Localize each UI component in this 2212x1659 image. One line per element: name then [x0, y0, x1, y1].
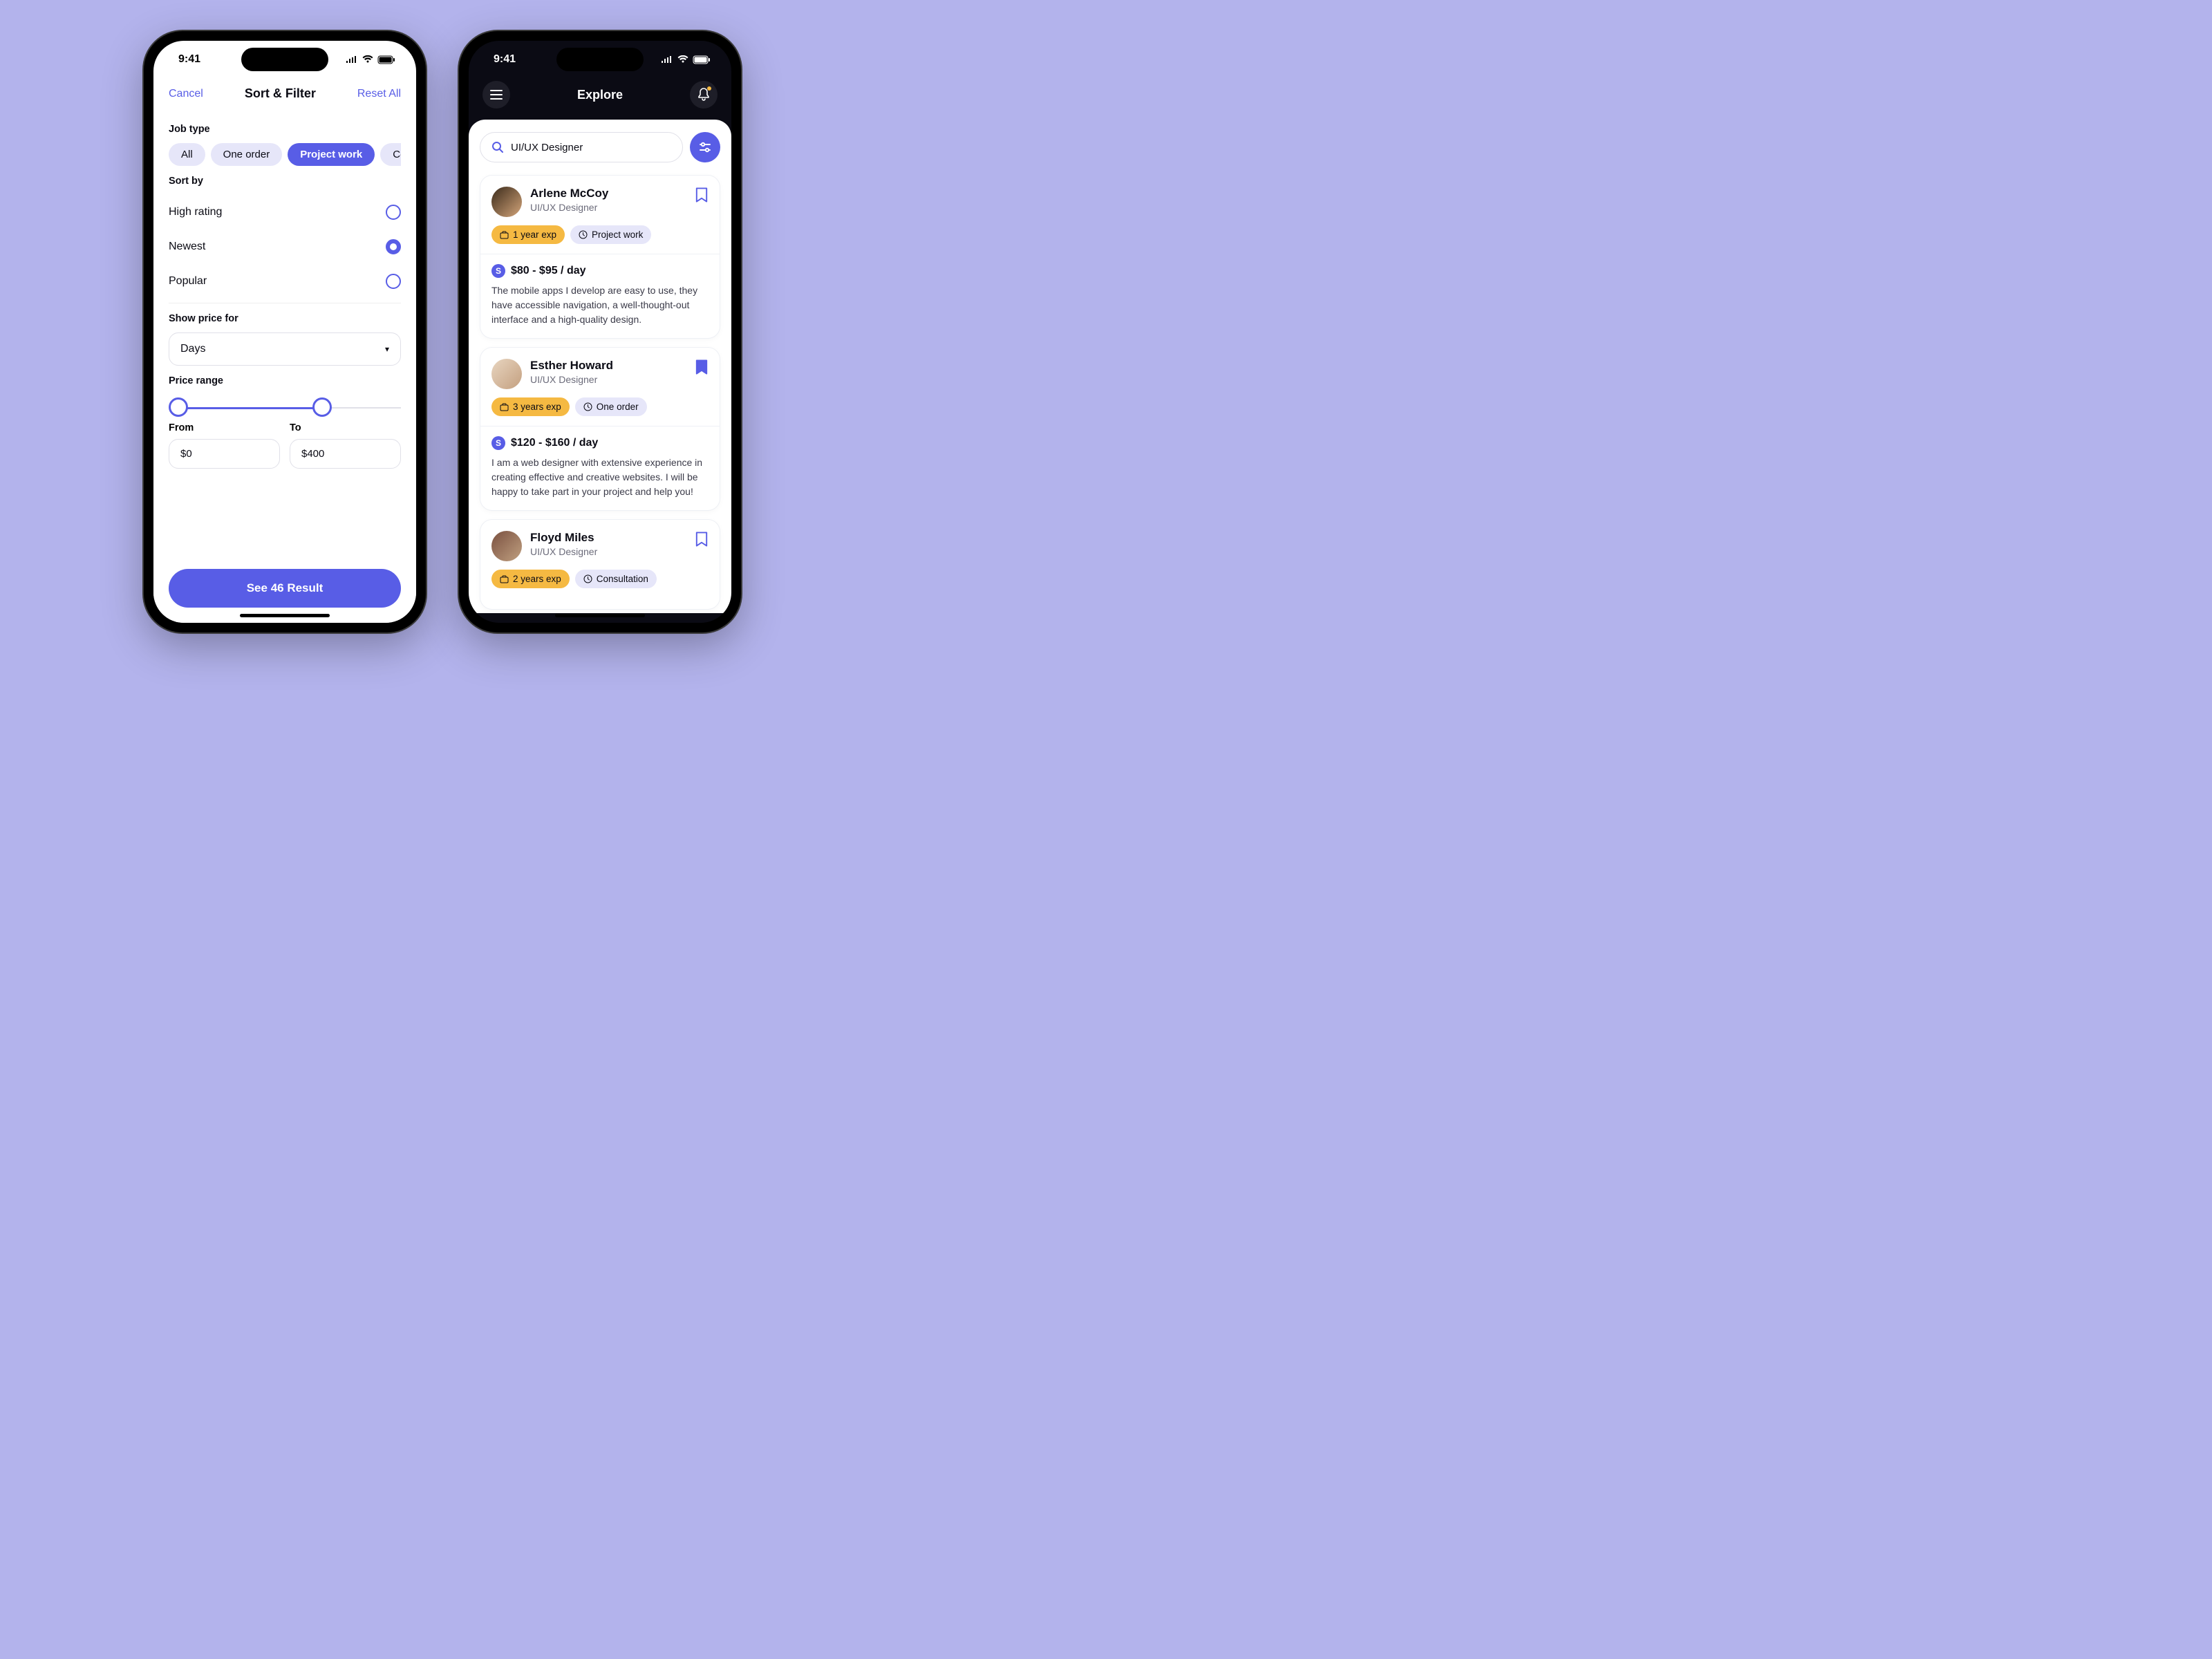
search-icon: [491, 141, 504, 153]
chip-all[interactable]: All: [169, 143, 205, 166]
price-range-slider[interactable]: [169, 395, 401, 420]
price-period-select[interactable]: Days ▾: [169, 332, 401, 366]
from-input[interactable]: $0: [169, 439, 280, 469]
chevron-down-icon: ▾: [385, 344, 389, 354]
price-range-label: Price range: [169, 375, 401, 386]
work-tag: One order: [575, 397, 647, 416]
price-value: $80 - $95 / day: [511, 265, 586, 277]
freelancer-card[interactable]: Esther Howard UI/UX Designer 3 years exp: [480, 347, 720, 511]
filter-title: Sort & Filter: [245, 86, 316, 101]
status-icons: [346, 55, 395, 64]
reset-button[interactable]: Reset All: [357, 88, 401, 100]
briefcase-icon: [500, 575, 509, 583]
freelancer-role: UI/UX Designer: [530, 202, 686, 213]
search-value: UI/UX Designer: [511, 142, 583, 153]
freelancer-card[interactable]: Arlene McCoy UI/UX Designer 1 year exp P…: [480, 175, 720, 339]
home-indicator[interactable]: [555, 614, 645, 617]
chip-project-work[interactable]: Project work: [288, 143, 375, 166]
avatar: [491, 187, 522, 217]
search-input[interactable]: UI/UX Designer: [480, 132, 683, 162]
exp-tag: 2 years exp: [491, 570, 570, 588]
from-label: From: [169, 422, 280, 433]
status-icons: [661, 55, 711, 64]
briefcase-icon: [500, 231, 509, 239]
freelancer-name: Arlene McCoy: [530, 187, 686, 200]
cancel-button[interactable]: Cancel: [169, 88, 203, 100]
to-input[interactable]: $400: [290, 439, 401, 469]
to-label: To: [290, 422, 401, 433]
slider-thumb-max[interactable]: [312, 397, 332, 417]
sort-label: Newest: [169, 241, 205, 253]
select-value: Days: [180, 343, 205, 355]
radio-icon: [386, 239, 401, 254]
radio-icon: [386, 205, 401, 220]
chip-consultation[interactable]: Cons: [380, 143, 401, 166]
briefcase-icon: [500, 403, 509, 411]
freelancer-name: Esther Howard: [530, 359, 686, 373]
slider-thumb-min[interactable]: [169, 397, 188, 417]
price-period-label: Show price for: [169, 313, 401, 324]
bookmark-icon: [695, 531, 709, 547]
sort-newest[interactable]: Newest: [169, 229, 401, 264]
freelancer-desc: I am a web designer with extensive exper…: [491, 456, 709, 499]
bookmark-button[interactable]: [695, 187, 709, 203]
chip-one-order[interactable]: One order: [211, 143, 283, 166]
freelancer-role: UI/UX Designer: [530, 546, 686, 557]
price-icon: S: [491, 264, 505, 278]
menu-button[interactable]: [482, 81, 510, 109]
bookmark-icon: [695, 187, 709, 203]
sort-high-rating[interactable]: High rating: [169, 195, 401, 229]
clock-icon: [579, 230, 588, 239]
freelancer-desc: The mobile apps I develop are easy to us…: [491, 283, 709, 327]
exp-tag: 1 year exp: [491, 225, 565, 244]
sliders-icon: [699, 142, 711, 153]
freelancer-card[interactable]: Floyd Miles UI/UX Designer 2 years exp C…: [480, 519, 720, 610]
notifications-button[interactable]: [690, 81, 718, 109]
status-time: 9:41: [178, 53, 200, 66]
bookmark-button[interactable]: [695, 531, 709, 547]
sort-popular[interactable]: Popular: [169, 264, 401, 299]
exp-tag: 3 years exp: [491, 397, 570, 416]
filter-button[interactable]: [690, 132, 720, 162]
notch: [241, 48, 328, 71]
notch: [556, 48, 644, 71]
bookmark-icon: [695, 359, 709, 375]
hamburger-icon: [490, 90, 503, 100]
phone-explore: 9:41 Explore UI/UX Designer: [459, 31, 741, 632]
radio-icon: [386, 274, 401, 289]
bookmark-button[interactable]: [695, 359, 709, 375]
clock-icon: [583, 402, 592, 411]
avatar: [491, 531, 522, 561]
freelancer-name: Floyd Miles: [530, 531, 686, 545]
sort-by-label: Sort by: [169, 176, 401, 187]
explore-title: Explore: [577, 88, 623, 102]
avatar: [491, 359, 522, 389]
work-tag: Project work: [570, 225, 651, 244]
clock-icon: [583, 574, 592, 583]
sort-label: Popular: [169, 275, 207, 288]
job-type-chips: All One order Project work Cons: [169, 143, 401, 166]
track-fill: [178, 407, 327, 409]
phone-filter: 9:41 Cancel Sort & Filter Reset All Job …: [144, 31, 426, 632]
price-value: $120 - $160 / day: [511, 437, 598, 449]
freelancer-role: UI/UX Designer: [530, 374, 686, 385]
notification-dot: [707, 86, 711, 91]
sort-label: High rating: [169, 206, 222, 218]
filter-modal-header: Cancel Sort & Filter Reset All: [153, 78, 416, 111]
status-time: 9:41: [494, 53, 516, 66]
see-results-button[interactable]: See 46 Result: [169, 569, 401, 608]
job-type-label: Job type: [169, 124, 401, 135]
work-tag: Consultation: [575, 570, 657, 588]
price-icon: S: [491, 436, 505, 450]
home-indicator[interactable]: [240, 614, 330, 617]
